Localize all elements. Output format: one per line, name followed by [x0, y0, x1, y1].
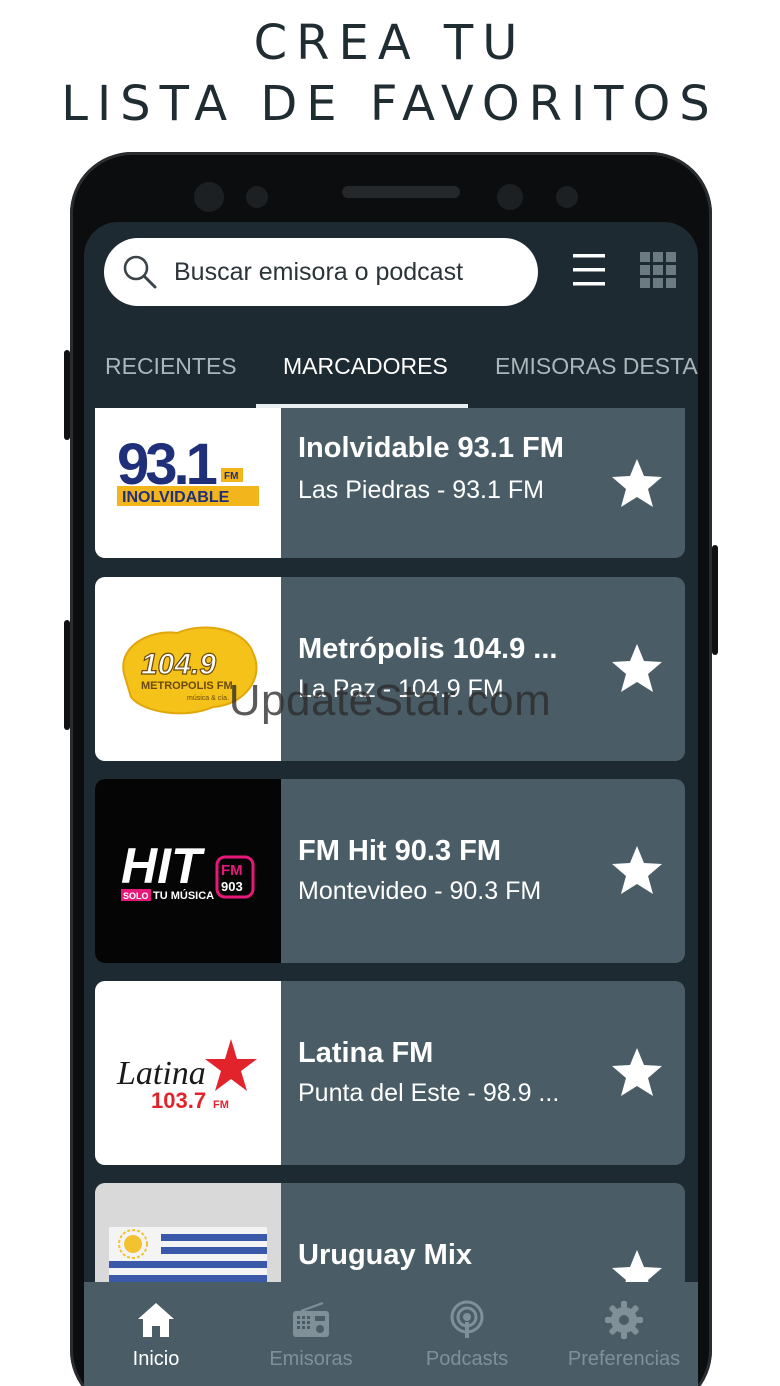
station-name: FM Hit 90.3 FM: [298, 835, 502, 867]
nav-emisoras[interactable]: Emisoras: [256, 1282, 366, 1386]
station-name: Metrópolis 104.9 ...: [298, 633, 558, 665]
fm-hit-logo-image: HIT FM 903 SOLO TU MÚSICA: [121, 838, 255, 902]
station-logo-latina: Latina 103.7 FM: [95, 981, 281, 1165]
nav-label: Preferencias: [567, 1348, 681, 1370]
nav-inicio[interactable]: Inicio: [106, 1282, 206, 1386]
station-logo-inolvidable: 93.1 FM INOLVIDABLE: [95, 408, 281, 558]
svg-text:TU MÚSICA: TU MÚSICA: [153, 889, 214, 902]
menu-icon[interactable]: [572, 252, 606, 288]
station-logo-uruguay-mix: [95, 1183, 281, 1282]
svg-text:903: 903: [221, 879, 243, 894]
promo-headline: CREA TU LISTA DE FAVORITOS: [0, 14, 780, 136]
station-subtitle: Montevideo - 90.3 FM: [298, 877, 542, 905]
nav-label: Emisoras: [269, 1348, 353, 1370]
inolvidable-logo-image: 93.1 FM INOLVIDABLE: [117, 432, 259, 506]
station-card-inolvidable[interactable]: 93.1 FM INOLVIDABLE Inolvidable 93.1 FM …: [95, 408, 685, 558]
bottom-navigation: Inicio Emisoras Podcasts Preferencias: [84, 1282, 698, 1386]
phone-side-button-left: [64, 350, 70, 440]
search-icon: [123, 255, 157, 289]
home-icon: [138, 1303, 174, 1337]
station-card-uruguay-mix[interactable]: Uruguay Mix: [95, 1183, 685, 1282]
station-name: Inolvidable 93.1 FM: [298, 432, 564, 464]
nav-preferencias[interactable]: Preferencias: [562, 1282, 686, 1386]
svg-text:SOLO: SOLO: [123, 891, 149, 901]
station-logo-metropolis: 104.9 METROPOLIS FM música & cía.: [95, 577, 281, 761]
gear-icon: [605, 1301, 643, 1339]
watermark: UpdateStar.com: [228, 676, 552, 725]
nav-podcasts[interactable]: Podcasts: [417, 1282, 517, 1386]
metropolis-logo-image: 104.9 METROPOLIS FM música & cía.: [122, 626, 258, 715]
star-icon[interactable]: [609, 843, 665, 899]
phone-sensor-3: [556, 186, 578, 208]
svg-text:FM: FM: [213, 1099, 229, 1111]
headline-line-2: LISTA DE FAVORITOS: [61, 76, 719, 132]
latina-logo-image: Latina 103.7 FM: [116, 1039, 257, 1113]
station-subtitle: Las Piedras - 93.1 FM: [298, 476, 544, 504]
search-bar[interactable]: [104, 238, 538, 306]
podcast-icon: [450, 1300, 484, 1338]
star-icon[interactable]: [609, 456, 665, 512]
favorites-list: 93.1 FM INOLVIDABLE Inolvidable 93.1 FM …: [84, 408, 698, 1282]
nav-label: Inicio: [132, 1348, 180, 1370]
station-card-fm-hit[interactable]: HIT FM 903 SOLO TU MÚSICA FM Hit 90.3 FM…: [95, 779, 685, 963]
station-card-metropolis[interactable]: 104.9 METROPOLIS FM música & cía. Metróp…: [95, 577, 685, 761]
tab-marcadores[interactable]: MARCADORES: [283, 340, 448, 408]
station-subtitle: Punta del Este - 98.9 ...: [298, 1079, 560, 1107]
svg-text:103.7: 103.7: [151, 1088, 206, 1113]
app-screen: RECIENTES MARCADORES EMISORAS DESTACADAS…: [84, 222, 698, 1386]
station-logo-fm-hit: HIT FM 903 SOLO TU MÚSICA: [95, 779, 281, 963]
phone-speaker: [342, 186, 460, 198]
star-icon[interactable]: [609, 1247, 665, 1282]
tab-recientes[interactable]: RECIENTES: [105, 340, 237, 408]
station-card-latina[interactable]: Latina 103.7 FM Latina FM Punta del Este…: [95, 981, 685, 1165]
svg-text:FM: FM: [224, 471, 238, 482]
station-name: Uruguay Mix: [298, 1239, 473, 1271]
svg-text:Latina: Latina: [116, 1055, 206, 1092]
uruguay-flag-image: [109, 1227, 267, 1282]
tab-bar: RECIENTES MARCADORES EMISORAS DESTACADAS: [84, 340, 698, 408]
station-name: Latina FM: [298, 1037, 434, 1069]
star-icon[interactable]: [609, 1045, 665, 1101]
phone-side-button-right: [712, 545, 718, 655]
search-input[interactable]: [174, 256, 524, 288]
phone-sensor: [194, 182, 224, 212]
headline-line-1: CREA TU: [253, 15, 527, 71]
svg-text:FM: FM: [221, 862, 243, 879]
nav-label: Podcasts: [425, 1348, 509, 1370]
svg-text:INOLVIDABLE: INOLVIDABLE: [122, 489, 230, 506]
phone-sensor-2: [246, 186, 268, 208]
grid-view-icon[interactable]: [640, 252, 676, 288]
tab-emisoras-destacadas[interactable]: EMISORAS DESTACADAS: [495, 340, 698, 408]
phone-front-camera: [497, 184, 523, 210]
svg-text:HIT: HIT: [121, 838, 206, 894]
radio-icon: [293, 1302, 329, 1337]
